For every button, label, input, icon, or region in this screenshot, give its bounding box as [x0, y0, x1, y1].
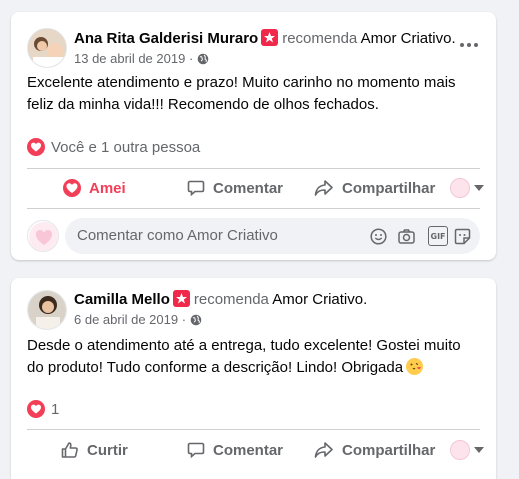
recommends-text: recomenda: [282, 30, 358, 47]
share-button[interactable]: Compartilhar: [314, 170, 435, 206]
recommend-badge-icon: [172, 290, 190, 307]
love-button[interactable]: Amei: [63, 170, 126, 206]
like-button[interactable]: Curtir: [61, 432, 128, 468]
post-date[interactable]: 13 de abril de 2019: [74, 51, 185, 66]
author-avatar[interactable]: [27, 28, 67, 68]
recommend-badge-icon: [261, 29, 279, 46]
reactions-summary[interactable]: 1: [27, 400, 59, 418]
post-text: Desde o atendimento até a entrega, tudo …: [27, 335, 480, 379]
date-separator: ·: [181, 312, 187, 327]
share-label: Compartilhar: [342, 179, 436, 197]
post-text: Excelente atendimento e prazo! Muito car…: [27, 74, 456, 113]
post-header: Camilla Mello recomenda Amor Criativo.: [74, 290, 367, 308]
share-icon: [314, 442, 333, 458]
reactions-count: 1: [51, 401, 60, 418]
page-name[interactable]: Amor Criativo: [361, 30, 452, 47]
page-selector[interactable]: [450, 170, 484, 206]
globe-icon: [190, 314, 202, 329]
heart-reaction-icon: [63, 179, 81, 197]
comment-label: Comentar: [213, 441, 284, 459]
reactions-text: Você e 1 outra pessoa: [51, 139, 201, 156]
chevron-down-icon: [474, 185, 484, 191]
share-button[interactable]: Compartilhar: [314, 432, 435, 468]
page-avatar: [450, 178, 470, 198]
blowing-kiss-emoji-icon: [406, 358, 424, 375]
date-separator: ·: [188, 51, 194, 66]
post-date[interactable]: 6 de abril de 2019: [74, 312, 178, 327]
comment-icon: [187, 180, 205, 197]
heart-reaction-icon: [27, 400, 45, 418]
more-icon-dot: [467, 43, 471, 47]
divider: [27, 429, 480, 430]
gif-icon[interactable]: GIF: [424, 226, 448, 246]
page-suffix: .: [451, 30, 456, 47]
comment-button[interactable]: Comentar: [187, 432, 283, 468]
post-text-content: Desde o atendimento até a entrega, tudo …: [27, 337, 461, 376]
comment-label: Comentar: [213, 179, 284, 197]
post-card: Ana Rita Galderisi Muraro recomenda Amor …: [11, 12, 496, 260]
more-icon: [460, 43, 464, 47]
post-date-line: 13 de abril de 2019 ·: [74, 51, 209, 68]
share-icon: [314, 180, 333, 196]
post-date-line: 6 de abril de 2019 ·: [74, 312, 202, 329]
like-icon: [61, 442, 78, 458]
heart-reaction-icon: [27, 138, 45, 156]
page-selector[interactable]: [450, 432, 484, 468]
comment-tools: GIF: [360, 226, 472, 246]
post-card: Camilla Mello recomenda Amor Criativo. 6 …: [11, 278, 496, 479]
love-label: Amei: [89, 179, 126, 197]
chevron-down-icon: [474, 447, 484, 453]
more-options-button[interactable]: [456, 30, 486, 60]
globe-icon: [197, 53, 209, 68]
more-icon-dot: [474, 43, 478, 47]
page-suffix: .: [363, 291, 368, 308]
page-avatar: [27, 220, 59, 252]
author-name[interactable]: Ana Rita Galderisi Muraro: [74, 30, 258, 47]
page-name[interactable]: Amor Criativo: [272, 291, 363, 308]
author-name[interactable]: Camilla Mello: [74, 291, 170, 308]
recommends-text: recomenda: [193, 291, 269, 308]
gif-icon-label: GIF: [428, 226, 448, 246]
share-label: Compartilhar: [342, 441, 436, 459]
divider: [27, 208, 480, 209]
divider: [27, 168, 480, 169]
comment-icon: [187, 442, 205, 459]
author-avatar[interactable]: [27, 290, 67, 330]
reactions-summary[interactable]: Você e 1 outra pessoa: [27, 138, 200, 156]
comment-input[interactable]: Comentar como Amor Criativo GIF: [65, 218, 480, 254]
like-label: Curtir: [87, 441, 128, 459]
comment-placeholder: Comentar como Amor Criativo: [77, 227, 278, 244]
page-avatar: [450, 440, 470, 460]
sticker-icon[interactable]: [452, 226, 472, 246]
emoji-icon[interactable]: [368, 226, 388, 246]
post-header: Ana Rita Galderisi Muraro recomenda Amor …: [74, 29, 456, 47]
comment-button[interactable]: Comentar: [187, 170, 283, 206]
camera-icon[interactable]: [396, 226, 416, 246]
